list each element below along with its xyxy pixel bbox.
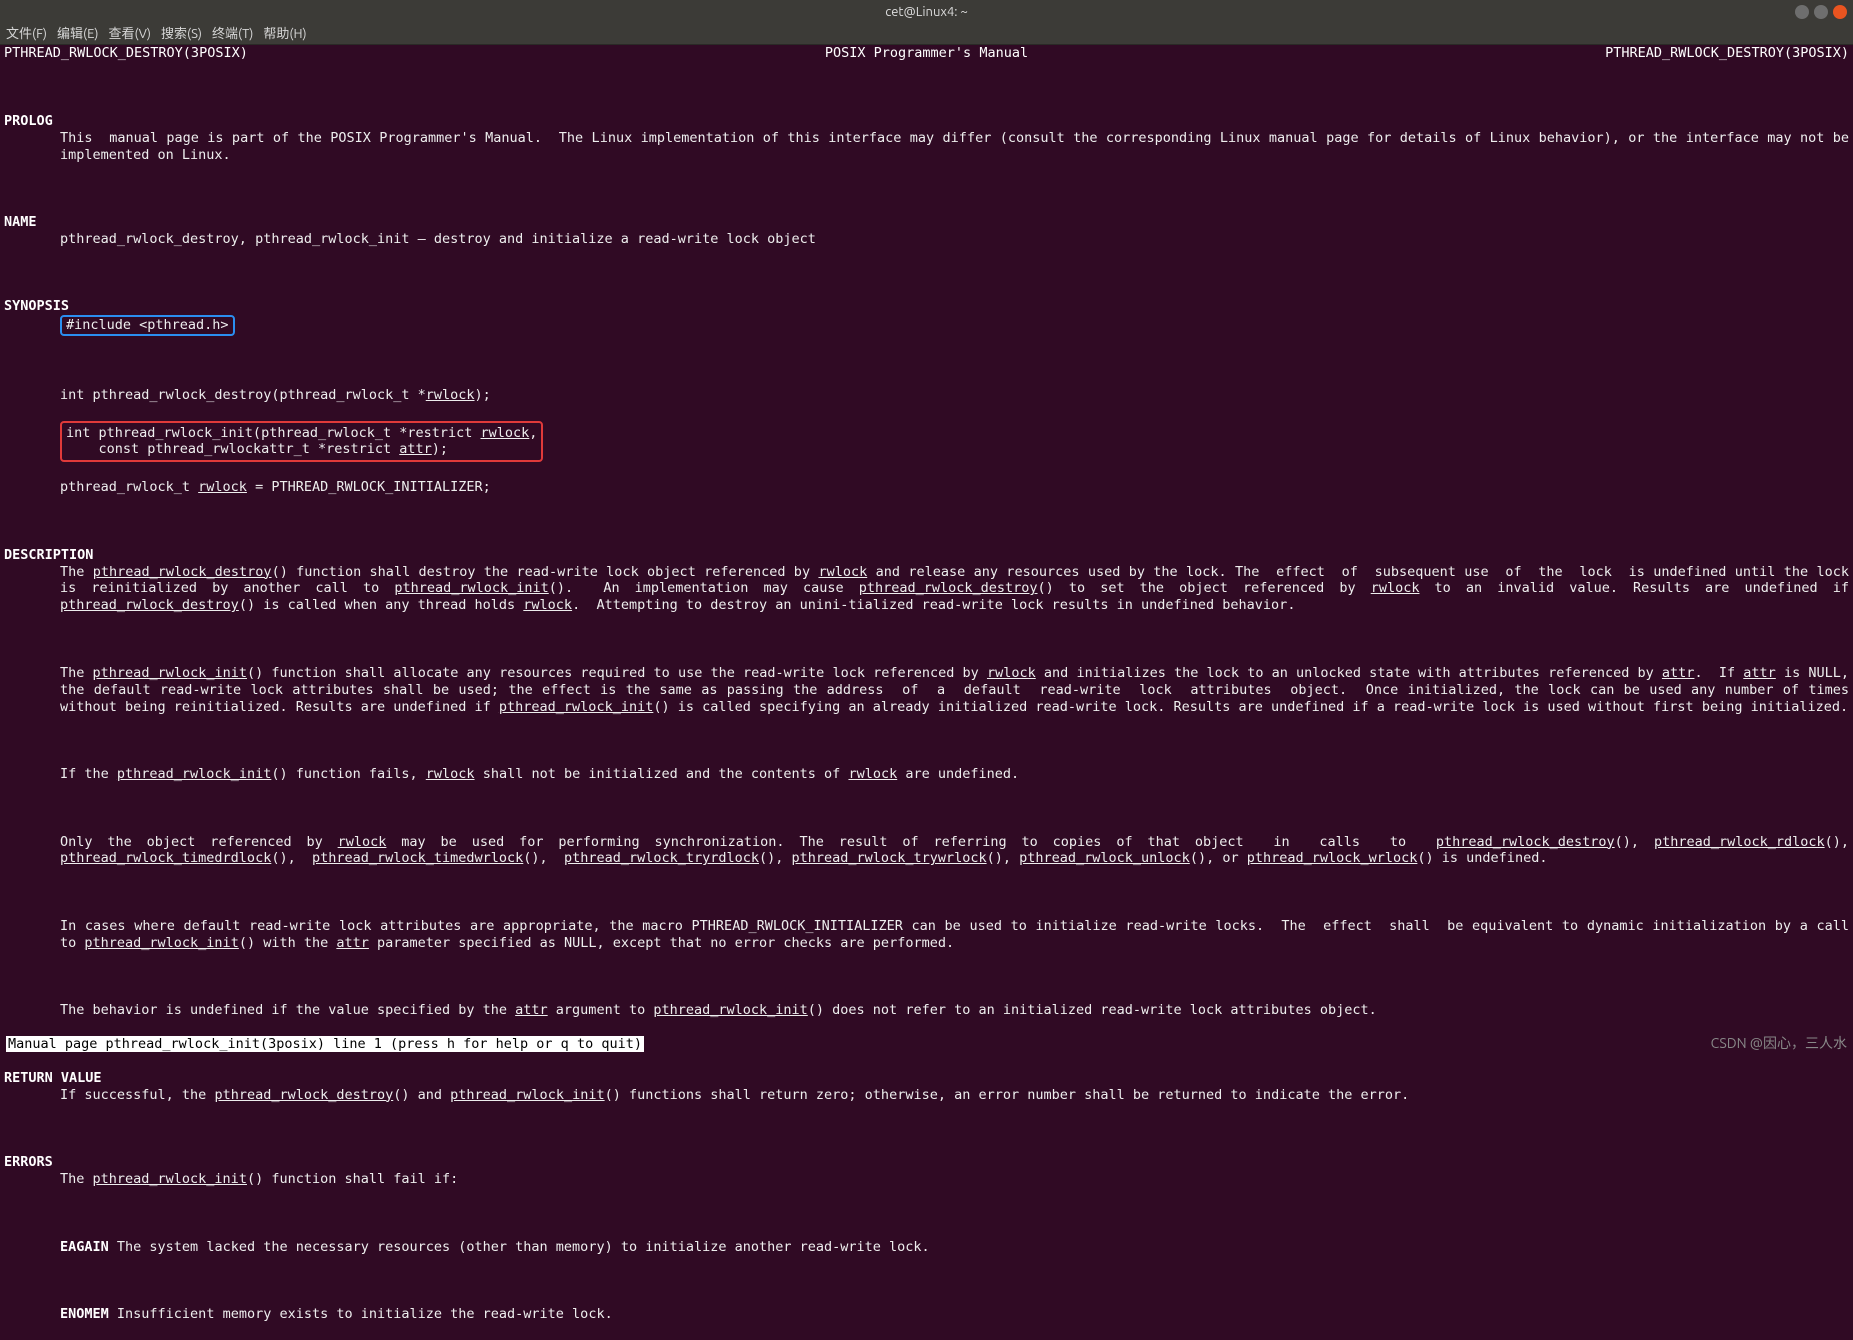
synopsis-line4: pthread_rwlock_t rwlock = PTHREAD_RWLOCK… bbox=[4, 479, 1849, 496]
desc-para1: The pthread_rwlock_destroy() function sh… bbox=[4, 564, 1849, 615]
desc-para4: Only the object referenced by rwlock may… bbox=[4, 834, 1849, 868]
prolog-text: This manual page is part of the POSIX Pr… bbox=[4, 130, 1849, 164]
window-title: cet@Linux4: ~ bbox=[885, 4, 968, 20]
error-eagain: EAGAIN The system lacked the necessary r… bbox=[4, 1239, 1849, 1256]
header-right: PTHREAD_RWLOCK_DESTROY(3POSIX) bbox=[1605, 45, 1849, 62]
section-name: NAME bbox=[4, 214, 37, 230]
header-center: POSIX Programmer's Manual bbox=[825, 45, 1028, 62]
watermark: CSDN @因心，三人水 bbox=[1711, 1035, 1847, 1053]
highlight-red-box: int pthread_rwlock_init(pthread_rwlock_t… bbox=[60, 421, 543, 463]
menubar: 文件(F) 编辑(E) 查看(V) 搜索(S) 终端(T) 帮助(H) bbox=[0, 24, 1853, 45]
manpage-header: PTHREAD_RWLOCK_DESTROY(3POSIX) POSIX Pro… bbox=[0, 45, 1853, 62]
menu-edit[interactable]: 编辑(E) bbox=[57, 26, 98, 42]
menu-view[interactable]: 查看(V) bbox=[109, 26, 151, 42]
desc-para6: The behavior is undefined if the value s… bbox=[4, 1002, 1849, 1019]
status-text: Manual page pthread_rwlock_init(3posix) … bbox=[6, 1036, 644, 1053]
section-errors: ERRORS bbox=[4, 1154, 53, 1170]
desc-para3: If the pthread_rwlock_init() function fa… bbox=[4, 766, 1849, 783]
close-icon[interactable] bbox=[1833, 5, 1847, 19]
section-prolog: PROLOG bbox=[4, 113, 53, 129]
menu-terminal[interactable]: 终端(T) bbox=[212, 26, 253, 42]
synopsis-line1: int pthread_rwlock_destroy(pthread_rwloc… bbox=[4, 387, 1849, 404]
synopsis-redbox: int pthread_rwlock_init(pthread_rwlock_t… bbox=[4, 421, 1849, 463]
return-value-text: If successful, the pthread_rwlock_destro… bbox=[4, 1087, 1849, 1104]
section-description: DESCRIPTION bbox=[4, 547, 93, 563]
window-controls bbox=[1795, 5, 1847, 19]
synopsis-include: #include <pthread.h> bbox=[4, 315, 1849, 336]
maximize-icon[interactable] bbox=[1814, 5, 1828, 19]
menu-search[interactable]: 搜索(S) bbox=[161, 26, 202, 42]
errors-intro: The pthread_rwlock_init() function shall… bbox=[4, 1171, 1849, 1188]
menu-file[interactable]: 文件(F) bbox=[6, 26, 47, 42]
error-enomem: ENOMEM Insufficient memory exists to ini… bbox=[4, 1306, 1849, 1323]
name-text: pthread_rwlock_destroy, pthread_rwlock_i… bbox=[4, 231, 1849, 248]
minimize-icon[interactable] bbox=[1795, 5, 1809, 19]
desc-para2: The pthread_rwlock_init() function shall… bbox=[4, 665, 1849, 716]
section-return-value: RETURN VALUE bbox=[4, 1070, 102, 1086]
section-synopsis: SYNOPSIS bbox=[4, 298, 69, 314]
manpage-body[interactable]: PROLOG This manual page is part of the P… bbox=[0, 62, 1853, 1340]
menu-help[interactable]: 帮助(H) bbox=[263, 26, 306, 42]
highlight-blue-box: #include <pthread.h> bbox=[60, 315, 235, 336]
statusbar: Manual page pthread_rwlock_init(3posix) … bbox=[0, 1034, 1853, 1054]
desc-para5: In cases where default read-write lock a… bbox=[4, 918, 1849, 952]
header-left: PTHREAD_RWLOCK_DESTROY(3POSIX) bbox=[4, 45, 248, 62]
window-titlebar: cet@Linux4: ~ bbox=[0, 0, 1853, 24]
